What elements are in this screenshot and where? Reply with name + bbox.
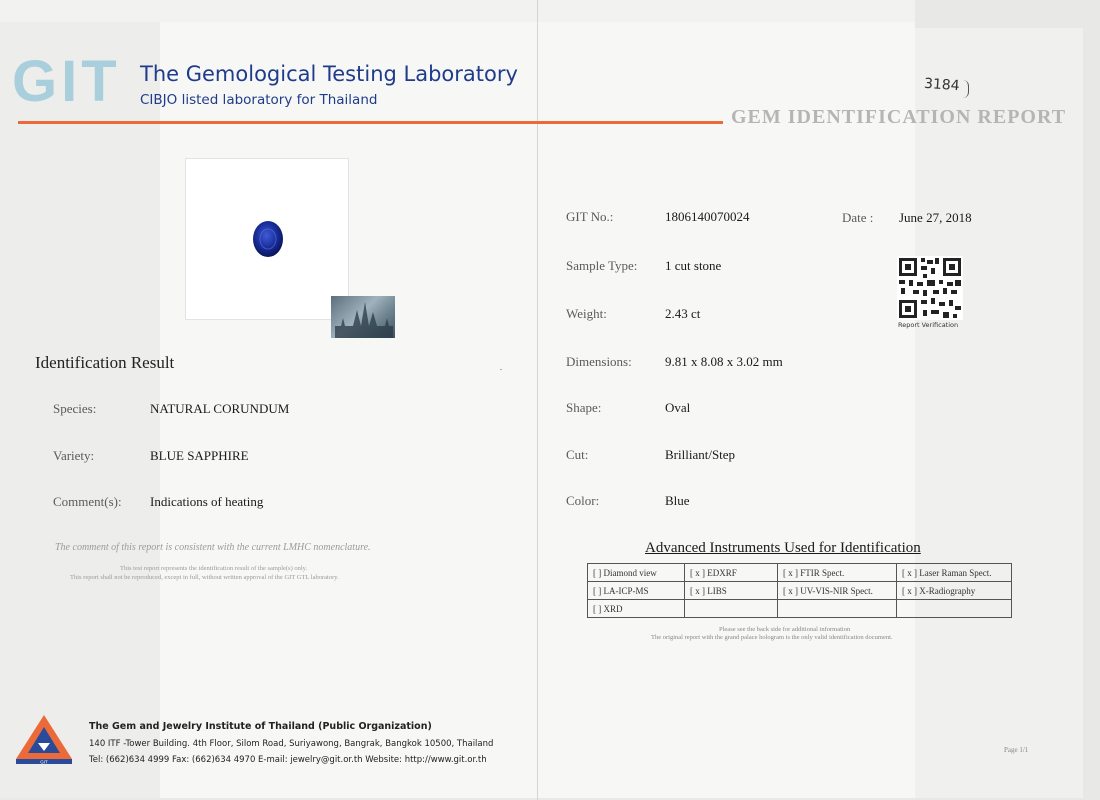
- table-row: [ ] Diamond view [ x ] EDXRF [ x ] FTIR …: [587, 563, 1012, 582]
- species-value: NATURAL CORUNDUM: [150, 401, 290, 416]
- variety-label: Variety:: [53, 448, 95, 463]
- instrument-cell: [ x ] X-Radiography: [896, 581, 1012, 600]
- instrument-cell: [777, 599, 897, 618]
- instrument-cell: [ x ] UV-VIS-NIR Spect.: [777, 581, 897, 600]
- instrument-cell: [ x ] LIBS: [684, 581, 778, 600]
- right-sheet-edge: [915, 28, 1083, 798]
- sapphire-image: [253, 221, 283, 257]
- git-no-value: 1806140070024: [665, 209, 750, 224]
- qr-label: Report Verification: [898, 321, 959, 329]
- table-row: [ ] XRD: [587, 599, 1012, 618]
- institute-name: The Gem and Jewelry Institute of Thailan…: [89, 721, 432, 732]
- logo-caption: GIT: [40, 760, 48, 765]
- top-strip: [0, 0, 915, 22]
- table-row: [ ] LA-ICP-MS [ x ] LIBS [ x ] UV-VIS-NI…: [587, 581, 1012, 600]
- instrument-cell: [ ] XRD: [587, 599, 685, 618]
- lab-subtitle: CIBJO listed laboratory for Thailand: [140, 92, 378, 108]
- fine-print-1: This test report represents the identifi…: [120, 565, 308, 572]
- weight-value: 2.43 ct: [665, 306, 701, 321]
- palace-silhouette-icon: [335, 302, 393, 338]
- instrument-cell: [896, 599, 1012, 618]
- comments-value: Indications of heating: [150, 494, 264, 509]
- instrument-cell: [ ] LA-ICP-MS: [587, 581, 685, 600]
- identification-title: Identification Result: [35, 353, 175, 372]
- git-institute-logo-icon: GIT: [16, 715, 72, 765]
- cut-label: Cut:: [566, 447, 589, 462]
- instrument-cell: [684, 599, 778, 618]
- grand-palace-hologram: [331, 296, 395, 338]
- comment-note: The comment of this report is consistent…: [55, 542, 371, 553]
- page-number: Page 1/1: [1004, 746, 1029, 754]
- cut-value: Brilliant/Step: [665, 447, 736, 462]
- color-label: Color:: [566, 493, 600, 508]
- sample-type-value: 1 cut stone: [665, 258, 722, 273]
- color-value: Blue: [665, 493, 690, 508]
- instrument-cell: [ x ] Laser Raman Spect.: [896, 563, 1012, 582]
- institute-contact: Tel: (662)634 4999 Fax: (662)634 4970 E-…: [89, 755, 487, 765]
- shape-value: Oval: [665, 400, 691, 415]
- report-title: GEM IDENTIFICATION REPORT: [731, 106, 1067, 128]
- git-logo: GIT: [12, 49, 121, 114]
- fold-line: [537, 0, 538, 800]
- dimensions-label: Dimensions:: [566, 354, 632, 369]
- date-value: June 27, 2018: [899, 210, 972, 225]
- species-label: Species:: [53, 401, 97, 416]
- shape-label: Shape:: [566, 400, 602, 415]
- comments-label: Comment(s):: [53, 494, 122, 509]
- gem-photo: [185, 158, 349, 320]
- variety-value: BLUE SAPPHIRE: [150, 448, 249, 463]
- instrument-cell: [ x ] EDXRF: [684, 563, 778, 582]
- date-label: Date :: [842, 210, 874, 225]
- lab-name: The Gemological Testing Laboratory: [140, 62, 518, 86]
- qr-code-icon[interactable]: [897, 256, 963, 320]
- instruments-title: Advanced Instruments Used for Identifica…: [645, 540, 921, 556]
- handwritten-mark: [960, 80, 969, 98]
- handwritten-note: 3184: [923, 75, 961, 95]
- fine-print-2: This report shall not be reproduced, exc…: [70, 574, 339, 581]
- back-side-note: Please see the back side for additional …: [719, 626, 851, 633]
- weight-label: Weight:: [566, 306, 607, 321]
- instrument-cell: [ x ] FTIR Spect.: [777, 563, 897, 582]
- instruments-table: [ ] Diamond view [ x ] EDXRF [ x ] FTIR …: [587, 563, 1012, 618]
- dimensions-value: 9.81 x 8.08 x 3.02 mm: [665, 354, 783, 369]
- institute-address: 140 ITF -Tower Building. 4th Floor, Silo…: [89, 739, 494, 749]
- original-report-note: The original report with the grand palac…: [651, 634, 893, 641]
- sample-type-label: Sample Type:: [566, 258, 638, 273]
- speck: [500, 369, 502, 370]
- git-no-label: GIT No.:: [566, 209, 614, 224]
- instrument-cell: [ ] Diamond view: [587, 563, 685, 582]
- header-divider: [18, 121, 723, 124]
